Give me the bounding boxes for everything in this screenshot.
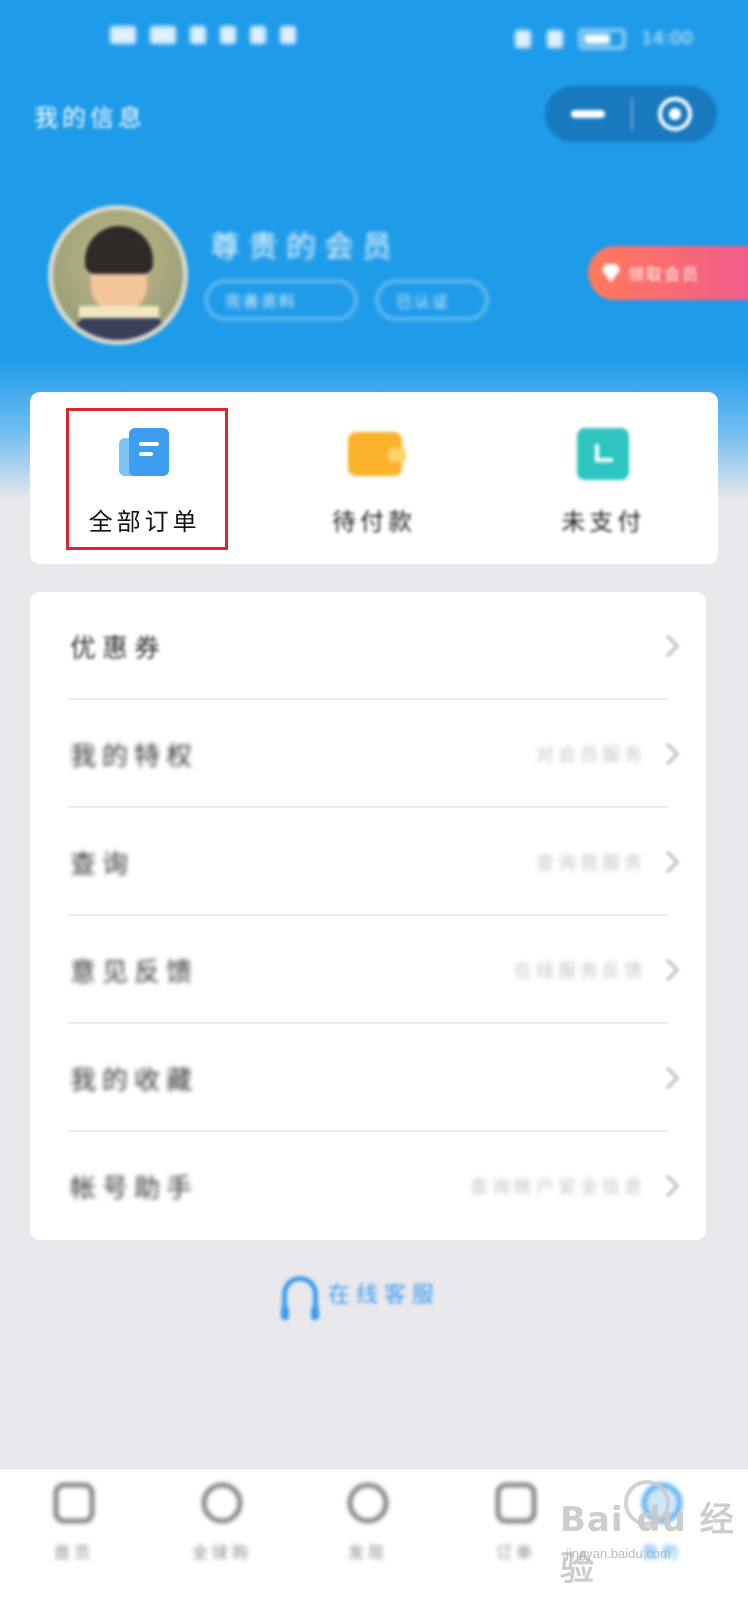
calendar-icon xyxy=(496,1483,536,1523)
close-button[interactable] xyxy=(633,86,717,142)
avatar[interactable] xyxy=(48,205,188,345)
list-item-sub: 查询我服务 xyxy=(536,853,646,874)
tab-label: 首页 xyxy=(53,1543,94,1562)
profile-pill-verified[interactable]: 已认证 xyxy=(376,280,488,320)
list-item-account-assistant[interactable]: 帐号助手 查询帐户安全信息 xyxy=(30,1132,706,1240)
headset-icon xyxy=(281,1276,319,1320)
tab-discover[interactable]: 发现 xyxy=(318,1483,418,1563)
mini-program-capsule xyxy=(545,86,717,142)
tab-label: 订单 xyxy=(495,1543,536,1562)
list-item-coupons[interactable]: 优惠券 xyxy=(30,592,706,700)
status-time: 14:00 xyxy=(641,28,693,49)
list-item-label: 优惠券 xyxy=(70,633,167,664)
more-icon xyxy=(571,110,605,118)
chevron-right-icon xyxy=(656,634,680,658)
tab-label: 全球购 xyxy=(191,1543,252,1562)
list-item-feedback[interactable]: 意见反馈 在线服务反馈 xyxy=(30,916,706,1024)
pill-label: 已认证 xyxy=(396,292,451,311)
wallet-icon xyxy=(347,428,406,480)
more-button[interactable] xyxy=(545,86,631,142)
list-item-query[interactable]: 查询 查询我服务 xyxy=(30,808,706,916)
list-item-label: 查询 xyxy=(70,849,135,880)
order-item-all[interactable]: 全部订单 xyxy=(30,392,259,564)
status-icons-right: 14:00 xyxy=(515,28,693,49)
home-icon xyxy=(54,1483,94,1523)
order-item-label: 未支付 xyxy=(561,508,646,536)
list-item-label: 我的特权 xyxy=(70,741,199,772)
page-title: 我的信息 xyxy=(34,104,146,132)
app-icon xyxy=(280,26,296,44)
clock-icon xyxy=(577,428,630,480)
tab-global[interactable]: 全球购 xyxy=(172,1483,272,1563)
discover-icon xyxy=(348,1483,388,1523)
baidu-jingyan-watermark: Bai du 经验 jingyan.baidu.com xyxy=(560,1480,740,1589)
chevron-right-icon xyxy=(656,1066,680,1090)
highlight-box xyxy=(66,408,228,550)
list-item-sub: 对会员服务 xyxy=(536,745,646,766)
chevron-right-icon xyxy=(656,1174,680,1198)
list-item-sub: 查询帐户安全信息 xyxy=(470,1177,646,1198)
tab-orders[interactable]: 订单 xyxy=(466,1483,566,1563)
customer-service-button[interactable]: 在线客服 xyxy=(281,1276,441,1320)
notification-icon xyxy=(250,26,266,44)
list-item-sub: 在线服务反馈 xyxy=(514,961,646,982)
signal-icon xyxy=(150,26,176,44)
order-item-label: 待付款 xyxy=(331,508,416,536)
pill-label: 完善资料 xyxy=(225,292,298,311)
globe-icon xyxy=(202,1483,242,1523)
list-item-favorites[interactable]: 我的收藏 xyxy=(30,1024,706,1132)
tab-label: 发现 xyxy=(347,1543,388,1562)
list-item-label: 意见反馈 xyxy=(70,957,199,988)
list-item-label: 我的收藏 xyxy=(70,1065,199,1096)
diamond-icon xyxy=(602,264,620,282)
order-item-unpaid[interactable]: 未支付 xyxy=(489,392,718,564)
profile-pill-edit[interactable]: 完善资料 xyxy=(205,280,357,320)
list-item-label: 帐号助手 xyxy=(70,1173,199,1204)
alarm-icon xyxy=(547,29,564,48)
signal-icon xyxy=(110,26,136,44)
user-nickname: 尊贵的会员 xyxy=(210,230,400,265)
chevron-right-icon xyxy=(656,742,680,766)
menu-list: 优惠券 我的特权 对会员服务 查询 查询我服务 意见反馈 在线服务反馈 我的收藏… xyxy=(30,592,706,1240)
status-icons-left xyxy=(110,26,296,44)
order-item-pending-payment[interactable]: 待付款 xyxy=(259,392,488,564)
data-icon xyxy=(220,26,236,44)
wifi-icon xyxy=(190,26,206,44)
customer-service-label: 在线客服 xyxy=(328,1283,441,1308)
member-button[interactable]: 领取会员 xyxy=(588,246,748,300)
vibrate-icon xyxy=(515,29,532,48)
list-item-privileges[interactable]: 我的特权 对会员服务 xyxy=(30,700,706,808)
tab-home[interactable]: 首页 xyxy=(24,1483,124,1563)
chevron-right-icon xyxy=(656,958,680,982)
close-circle-icon xyxy=(658,97,692,131)
member-button-label: 领取会员 xyxy=(628,265,701,284)
battery-icon xyxy=(579,28,626,49)
watermark-brand: Bai du 经验 xyxy=(560,1500,735,1589)
order-card: 全部订单 待付款 未支付 xyxy=(30,392,718,564)
chevron-right-icon xyxy=(656,850,680,874)
watermark-url: jingyan.baidu.com xyxy=(566,1546,671,1561)
status-bar: 14:00 xyxy=(0,0,748,90)
